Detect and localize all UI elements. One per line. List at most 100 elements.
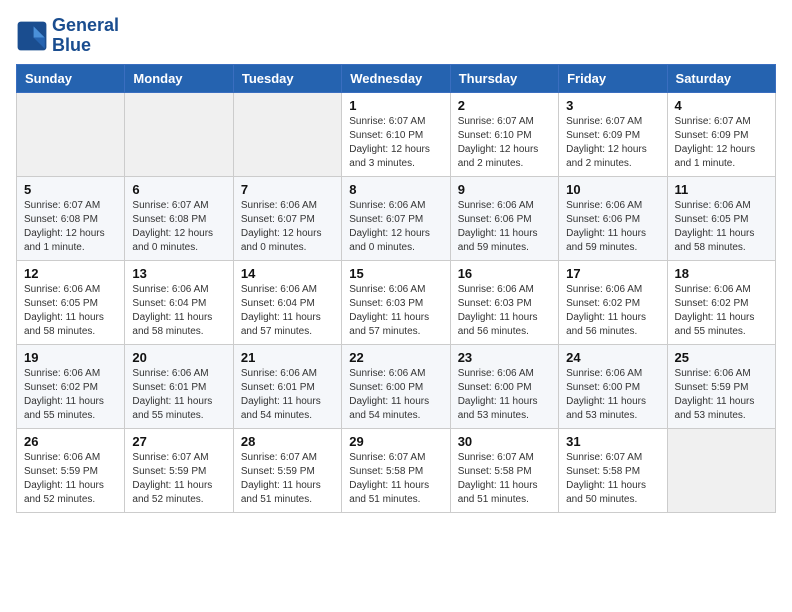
calendar-day-cell: 7Sunrise: 6:06 AMSunset: 6:07 PMDaylight… (233, 176, 341, 260)
calendar-day-cell: 12Sunrise: 6:06 AMSunset: 6:05 PMDayligh… (17, 260, 125, 344)
day-number: 18 (675, 266, 768, 281)
calendar-week-row: 19Sunrise: 6:06 AMSunset: 6:02 PMDayligh… (17, 344, 776, 428)
day-info: Sunrise: 6:06 AMSunset: 6:05 PMDaylight:… (675, 199, 768, 255)
day-info: Sunrise: 6:06 AMSunset: 6:02 PMDaylight:… (24, 367, 117, 423)
calendar-day-cell: 10 Sunrise: 6:06 AMSunset: 6:06 PMDayligh… (559, 176, 667, 260)
day-number: 31 (566, 434, 659, 449)
calendar-week-row: 12Sunrise: 6:06 AMSunset: 6:05 PMDayligh… (17, 260, 776, 344)
day-number: 26 (24, 434, 117, 449)
calendar-day-cell: 16 Sunrise: 6:06 AMSunset: 6:03 PMDayligh… (450, 260, 558, 344)
day-number: 28 (241, 434, 334, 449)
day-info: Sunrise: 6:06 AMSunset: 6:04 PMDaylight:… (132, 283, 225, 339)
day-number: 24 (566, 350, 659, 365)
day-info: Sunrise: 6:07 AMSunset: 6:08 PMDaylight:… (24, 199, 117, 255)
weekday-header-cell: Sunday (17, 64, 125, 92)
day-info: Sunrise: 6:07 AMSunset: 6:10 PMDaylight:… (349, 115, 442, 171)
day-info: Sunrise: 6:07 AMSunset: 6:09 PMDaylight:… (566, 115, 659, 171)
day-number: 1 (349, 98, 442, 113)
calendar-day-cell: 5 Sunrise: 6:07 AMSunset: 6:08 PMDaylight… (17, 176, 125, 260)
logo: General Blue (16, 16, 119, 56)
day-number: 16 (458, 266, 551, 281)
day-number: 9 (458, 182, 551, 197)
day-number: 30 (458, 434, 551, 449)
calendar-header: General Blue (16, 16, 776, 56)
calendar-day-cell (17, 92, 125, 176)
calendar-day-cell: 8 Sunrise: 6:06 AMSunset: 6:07 PMDaylight… (342, 176, 450, 260)
calendar-day-cell: 27 Sunrise: 6:07 AMSunset: 5:59 PMDayligh… (125, 428, 233, 512)
day-info: Sunrise: 6:06 AMSunset: 6:00 PMDaylight:… (566, 367, 659, 423)
calendar-day-cell: 17 Sunrise: 6:06 AMSunset: 6:02 PMDayligh… (559, 260, 667, 344)
calendar-day-cell (233, 92, 341, 176)
day-number: 20 (132, 350, 225, 365)
calendar-day-cell (667, 428, 775, 512)
day-info: Sunrise: 6:06 AMSunset: 6:01 PMDaylight:… (132, 367, 225, 423)
day-info: Sunrise: 6:06 AMSunset: 6:06 PMDaylight:… (566, 199, 659, 255)
day-info: Sunrise: 6:06 AMSunset: 6:03 PMDaylight:… (458, 283, 551, 339)
day-number: 8 (349, 182, 442, 197)
day-info: Sunrise: 6:06 AMSunset: 6:00 PMDaylight:… (349, 367, 442, 423)
day-number: 25 (675, 350, 768, 365)
weekday-header-row: SundayMondayTuesdayWednesdayThursdayFrid… (17, 64, 776, 92)
day-info: Sunrise: 6:07 AMSunset: 5:58 PMDaylight:… (349, 451, 442, 507)
weekday-header-cell: Thursday (450, 64, 558, 92)
day-info: Sunrise: 6:06 AMSunset: 5:59 PMDaylight:… (675, 367, 768, 423)
calendar-day-cell: 23Sunrise: 6:06 AMSunset: 6:00 PMDayligh… (450, 344, 558, 428)
day-info: Sunrise: 6:07 AMSunset: 5:59 PMDaylight:… (132, 451, 225, 507)
day-number: 27 (132, 434, 225, 449)
day-number: 11 (675, 182, 768, 197)
day-info: Sunrise: 6:07 AMSunset: 6:10 PMDaylight:… (458, 115, 551, 171)
day-info: Sunrise: 6:06 AMSunset: 6:00 PMDaylight:… (458, 367, 551, 423)
calendar-day-cell: 15Sunrise: 6:06 AMSunset: 6:03 PMDayligh… (342, 260, 450, 344)
calendar-day-cell: 13Sunrise: 6:06 AMSunset: 6:04 PMDayligh… (125, 260, 233, 344)
calendar-day-cell: 14 Sunrise: 6:06 AMSunset: 6:04 PMDayligh… (233, 260, 341, 344)
weekday-header-cell: Wednesday (342, 64, 450, 92)
day-number: 10 (566, 182, 659, 197)
calendar-body: 1 Sunrise: 6:07 AMSunset: 6:10 PMDaylight… (17, 92, 776, 512)
day-number: 17 (566, 266, 659, 281)
calendar-day-cell: 6Sunrise: 6:07 AMSunset: 6:08 PMDaylight… (125, 176, 233, 260)
calendar-day-cell: 9 Sunrise: 6:06 AMSunset: 6:06 PMDaylight… (450, 176, 558, 260)
calendar-week-row: 1 Sunrise: 6:07 AMSunset: 6:10 PMDaylight… (17, 92, 776, 176)
calendar-day-cell: 11 Sunrise: 6:06 AMSunset: 6:05 PMDayligh… (667, 176, 775, 260)
calendar-day-cell: 1 Sunrise: 6:07 AMSunset: 6:10 PMDaylight… (342, 92, 450, 176)
day-number: 7 (241, 182, 334, 197)
calendar-day-cell: 31Sunrise: 6:07 AMSunset: 5:58 PMDayligh… (559, 428, 667, 512)
day-number: 21 (241, 350, 334, 365)
day-info: Sunrise: 6:06 AMSunset: 6:02 PMDaylight:… (675, 283, 768, 339)
calendar-week-row: 26 Sunrise: 6:06 AMSunset: 5:59 PMDayligh… (17, 428, 776, 512)
calendar-day-cell: 3 Sunrise: 6:07 AMSunset: 6:09 PMDaylight… (559, 92, 667, 176)
day-info: Sunrise: 6:07 AMSunset: 5:58 PMDaylight:… (458, 451, 551, 507)
day-number: 22 (349, 350, 442, 365)
calendar-day-cell: 28 Sunrise: 6:07 AMSunset: 5:59 PMDayligh… (233, 428, 341, 512)
calendar-day-cell: 21Sunrise: 6:06 AMSunset: 6:01 PMDayligh… (233, 344, 341, 428)
logo-text: General Blue (52, 16, 119, 56)
calendar-day-cell: 18 Sunrise: 6:06 AMSunset: 6:02 PMDayligh… (667, 260, 775, 344)
day-number: 6 (132, 182, 225, 197)
calendar-day-cell: 29Sunrise: 6:07 AMSunset: 5:58 PMDayligh… (342, 428, 450, 512)
weekday-header-cell: Saturday (667, 64, 775, 92)
day-info: Sunrise: 6:06 AMSunset: 6:06 PMDaylight:… (458, 199, 551, 255)
calendar-day-cell: 30 Sunrise: 6:07 AMSunset: 5:58 PMDayligh… (450, 428, 558, 512)
day-info: Sunrise: 6:06 AMSunset: 6:02 PMDaylight:… (566, 283, 659, 339)
calendar-day-cell: 4Sunrise: 6:07 AMSunset: 6:09 PMDaylight… (667, 92, 775, 176)
calendar-table: SundayMondayTuesdayWednesdayThursdayFrid… (16, 64, 776, 513)
day-number: 5 (24, 182, 117, 197)
day-number: 3 (566, 98, 659, 113)
day-info: Sunrise: 6:07 AMSunset: 5:59 PMDaylight:… (241, 451, 334, 507)
logo-icon (16, 20, 48, 52)
calendar-week-row: 5 Sunrise: 6:07 AMSunset: 6:08 PMDaylight… (17, 176, 776, 260)
day-info: Sunrise: 6:06 AMSunset: 6:07 PMDaylight:… (349, 199, 442, 255)
day-number: 2 (458, 98, 551, 113)
day-info: Sunrise: 6:06 AMSunset: 5:59 PMDaylight:… (24, 451, 117, 507)
calendar-day-cell: 2 Sunrise: 6:07 AMSunset: 6:10 PMDaylight… (450, 92, 558, 176)
day-number: 14 (241, 266, 334, 281)
day-info: Sunrise: 6:06 AMSunset: 6:04 PMDaylight:… (241, 283, 334, 339)
day-number: 4 (675, 98, 768, 113)
calendar-day-cell (125, 92, 233, 176)
weekday-header-cell: Friday (559, 64, 667, 92)
weekday-header-cell: Tuesday (233, 64, 341, 92)
calendar-day-cell: 20 Sunrise: 6:06 AMSunset: 6:01 PMDayligh… (125, 344, 233, 428)
day-number: 15 (349, 266, 442, 281)
day-info: Sunrise: 6:06 AMSunset: 6:05 PMDaylight:… (24, 283, 117, 339)
calendar-day-cell: 26 Sunrise: 6:06 AMSunset: 5:59 PMDayligh… (17, 428, 125, 512)
